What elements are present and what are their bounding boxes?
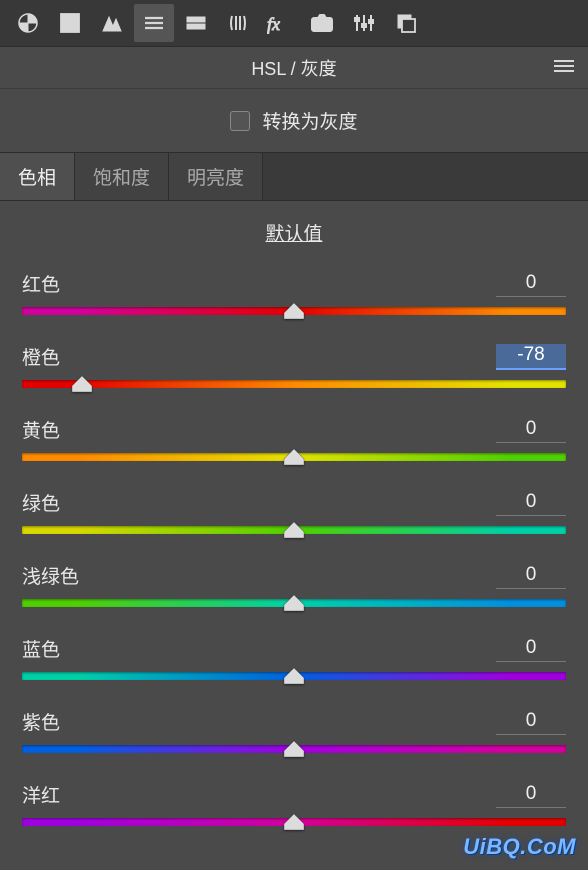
tab-luminance[interactable]: 明亮度 [169,153,263,200]
slider-value-input[interactable]: 0 [496,491,566,516]
slider-row: 红色 0 [22,270,566,315]
panel-menu-icon[interactable] [554,59,574,80]
slider-value-input[interactable]: 0 [496,710,566,735]
slider-value-input[interactable]: 0 [496,783,566,808]
lens-icon[interactable] [218,4,258,42]
convert-grayscale-label: 转换为灰度 [262,107,357,134]
slider-label: 洋红 [22,781,60,808]
slider-row: 蓝色 0 [22,635,566,680]
slider-track[interactable] [22,526,566,534]
tab-saturation[interactable]: 饱和度 [75,153,169,200]
slider-thumb[interactable] [284,668,304,684]
slider-row: 浅绿色 0 [22,562,566,607]
hsl-icon[interactable] [134,4,174,42]
detail-icon[interactable] [92,4,132,42]
slider-thumb[interactable] [284,303,304,319]
svg-text:fx: fx [267,14,280,34]
slider-thumb[interactable] [284,449,304,465]
slider-track[interactable] [22,599,566,607]
slider-thumb[interactable] [284,741,304,757]
crop-icon[interactable] [50,4,90,42]
slider-value-input[interactable]: 0 [496,637,566,662]
slider-value-input[interactable]: -78 [496,344,566,370]
top-toolbar: fx [0,0,588,46]
sliders-container: 红色 0 橙色 -78 黄色 0 绿色 0 浅绿色 0 蓝色 0 紫色 0 洋红 0 [0,264,588,826]
basic-icon[interactable] [8,4,48,42]
default-link[interactable]: 默认值 [0,201,588,264]
slider-row: 紫色 0 [22,708,566,753]
slider-row: 洋红 0 [22,781,566,826]
slider-track[interactable] [22,453,566,461]
slider-track[interactable] [22,307,566,315]
slider-label: 红色 [22,270,60,297]
presets-icon[interactable] [344,4,384,42]
slider-value-input[interactable]: 0 [496,418,566,443]
slider-label: 紫色 [22,708,60,735]
slider-thumb[interactable] [284,522,304,538]
convert-grayscale-checkbox[interactable] [230,111,250,131]
snapshots-icon[interactable] [386,4,426,42]
slider-track[interactable] [22,818,566,826]
panel-title: HSL / 灰度 [251,55,336,81]
slider-thumb[interactable] [284,814,304,830]
convert-grayscale-row: 转换为灰度 [0,88,588,152]
panel-header: HSL / 灰度 [0,46,588,88]
watermark: UiBQ.CoM [463,834,576,860]
slider-track[interactable] [22,745,566,753]
slider-row: 橙色 -78 [22,343,566,388]
slider-row: 绿色 0 [22,489,566,534]
slider-value-input[interactable]: 0 [496,564,566,589]
slider-value-input[interactable]: 0 [496,272,566,297]
tab-hue[interactable]: 色相 [0,153,75,200]
slider-label: 橙色 [22,343,60,370]
slider-label: 浅绿色 [22,562,79,589]
slider-track[interactable] [22,672,566,680]
effects-icon[interactable]: fx [260,4,300,42]
slider-row: 黄色 0 [22,416,566,461]
slider-thumb[interactable] [284,595,304,611]
slider-label: 黄色 [22,416,60,443]
split-tone-icon[interactable] [176,4,216,42]
hsl-tabs: 色相 饱和度 明亮度 [0,152,588,201]
slider-track[interactable] [22,380,566,388]
slider-thumb[interactable] [72,376,92,392]
camera-icon[interactable] [302,4,342,42]
slider-label: 绿色 [22,489,60,516]
slider-label: 蓝色 [22,635,60,662]
